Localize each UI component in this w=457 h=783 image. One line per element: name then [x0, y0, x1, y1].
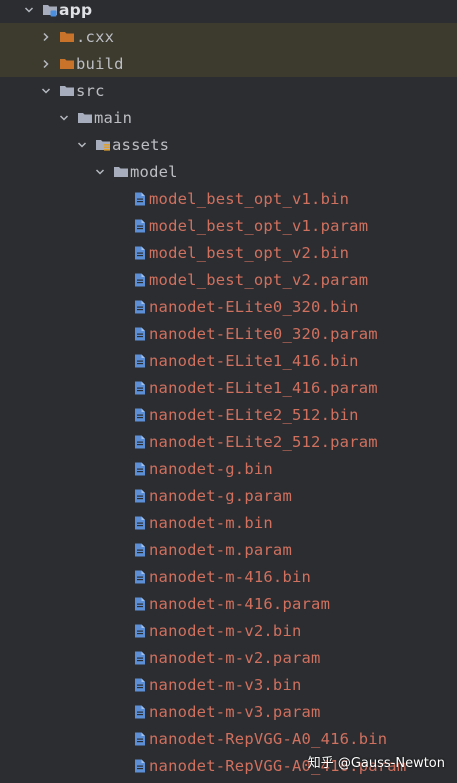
tree-file-item[interactable]: nanodet-m-v3.param: [0, 698, 457, 725]
tree-node-src[interactable]: src: [0, 77, 457, 104]
file-icon: [132, 245, 148, 261]
tree-node-assets[interactable]: assets: [0, 131, 457, 158]
file-icon: [132, 758, 148, 774]
tree-file-item[interactable]: nanodet-m-416.bin: [0, 563, 457, 590]
tree-file-label: nanodet-g.param: [149, 486, 292, 505]
tree-label-build: build: [76, 54, 124, 73]
chevron-down-icon[interactable]: [75, 138, 89, 152]
tree-file-item[interactable]: model_best_opt_v2.bin: [0, 239, 457, 266]
file-icon: [132, 407, 148, 423]
tree-file-item[interactable]: nanodet-ELite0_320.param: [0, 320, 457, 347]
folder-icon: [59, 83, 75, 99]
tree-file-item[interactable]: nanodet-m-v2.bin: [0, 617, 457, 644]
tree-node-app[interactable]: app: [0, 0, 457, 23]
tree-label-assets: assets: [112, 135, 170, 154]
file-icon: [132, 353, 148, 369]
tree-file-label: nanodet-m-416.bin: [149, 567, 312, 586]
resources-folder-icon: [95, 137, 111, 153]
tree-file-label: nanodet-m.param: [149, 540, 292, 559]
chevron-right-icon[interactable]: [39, 30, 53, 44]
file-icon: [132, 515, 148, 531]
tree-file-item[interactable]: model_best_opt_v2.param: [0, 266, 457, 293]
project-tree: app .cxx build src main assets model mod…: [0, 0, 457, 779]
folder-icon: [113, 164, 129, 180]
file-icon: [132, 218, 148, 234]
tree-file-label: model_best_opt_v1.bin: [149, 189, 350, 208]
tree-node-model[interactable]: model: [0, 158, 457, 185]
tree-file-item[interactable]: nanodet-m.bin: [0, 509, 457, 536]
tree-file-item[interactable]: nanodet-m-v2.param: [0, 644, 457, 671]
excluded-folder-icon: [59, 29, 75, 45]
tree-label-src: src: [76, 81, 105, 100]
file-icon: [132, 542, 148, 558]
tree-node-main[interactable]: main: [0, 104, 457, 131]
tree-file-item[interactable]: nanodet-ELite0_320.bin: [0, 293, 457, 320]
excluded-folder-icon: [59, 56, 75, 72]
tree-file-item[interactable]: nanodet-ELite2_512.bin: [0, 401, 457, 428]
file-icon: [132, 326, 148, 342]
tree-file-label: model_best_opt_v2.param: [149, 270, 369, 289]
file-icon: [132, 380, 148, 396]
tree-label-app: app: [59, 0, 93, 19]
file-icon: [132, 623, 148, 639]
file-icon: [132, 191, 148, 207]
tree-label-main: main: [94, 108, 133, 127]
tree-node-cxx[interactable]: .cxx: [0, 23, 457, 50]
watermark: 知乎 @Gauss-Newton: [307, 756, 445, 771]
tree-file-label: nanodet-m-v2.param: [149, 648, 321, 667]
file-icon: [132, 461, 148, 477]
chevron-down-icon[interactable]: [39, 84, 53, 98]
tree-file-label: nanodet-m-v3.param: [149, 702, 321, 721]
tree-file-item[interactable]: nanodet-m-416.param: [0, 590, 457, 617]
file-icon: [132, 704, 148, 720]
tree-file-label: nanodet-m-v3.bin: [149, 675, 302, 694]
file-icon: [132, 299, 148, 315]
tree-file-label: nanodet-m.bin: [149, 513, 273, 532]
tree-file-item[interactable]: nanodet-m.param: [0, 536, 457, 563]
tree-file-item[interactable]: nanodet-m-v3.bin: [0, 671, 457, 698]
file-icon: [132, 596, 148, 612]
tree-file-label: nanodet-ELite0_320.bin: [149, 297, 359, 316]
tree-file-item[interactable]: nanodet-g.param: [0, 482, 457, 509]
tree-file-label: nanodet-m-v2.bin: [149, 621, 302, 640]
tree-file-item[interactable]: nanodet-ELite1_416.param: [0, 374, 457, 401]
tree-file-item[interactable]: model_best_opt_v1.param: [0, 212, 457, 239]
tree-file-label: model_best_opt_v2.bin: [149, 243, 350, 262]
tree-file-label: nanodet-m-416.param: [149, 594, 331, 613]
chevron-right-icon[interactable]: [39, 57, 53, 71]
tree-file-item[interactable]: nanodet-g.bin: [0, 455, 457, 482]
file-icon: [132, 488, 148, 504]
file-icon: [132, 569, 148, 585]
file-icon: [132, 677, 148, 693]
tree-file-item[interactable]: model_best_opt_v1.bin: [0, 185, 457, 212]
tree-label-cxx: .cxx: [76, 27, 115, 46]
model-file-list: model_best_opt_v1.bin model_best_opt_v1.p…: [0, 185, 457, 779]
tree-file-label: nanodet-RepVGG-A0_416.bin: [149, 729, 388, 748]
tree-file-label: nanodet-ELite2_512.bin: [149, 405, 359, 424]
chevron-down-icon[interactable]: [57, 111, 71, 125]
chevron-down-icon[interactable]: [93, 165, 107, 179]
tree-node-build[interactable]: build: [0, 50, 457, 77]
file-icon: [132, 650, 148, 666]
file-icon: [132, 434, 148, 450]
folder-icon: [77, 110, 93, 126]
file-icon: [132, 731, 148, 747]
tree-file-label: nanodet-ELite1_416.bin: [149, 351, 359, 370]
module-folder-icon: [42, 2, 58, 18]
file-icon: [132, 272, 148, 288]
tree-file-item[interactable]: nanodet-ELite2_512.param: [0, 428, 457, 455]
tree-file-item[interactable]: nanodet-RepVGG-A0_416.bin: [0, 725, 457, 752]
tree-file-item[interactable]: nanodet-ELite1_416.bin: [0, 347, 457, 374]
tree-file-label: model_best_opt_v1.param: [149, 216, 369, 235]
tree-file-label: nanodet-g.bin: [149, 459, 273, 478]
tree-file-label: nanodet-ELite1_416.param: [149, 378, 378, 397]
tree-file-label: nanodet-ELite0_320.param: [149, 324, 378, 343]
chevron-down-icon[interactable]: [22, 3, 36, 17]
tree-file-label: nanodet-ELite2_512.param: [149, 432, 378, 451]
tree-label-model: model: [130, 162, 178, 181]
